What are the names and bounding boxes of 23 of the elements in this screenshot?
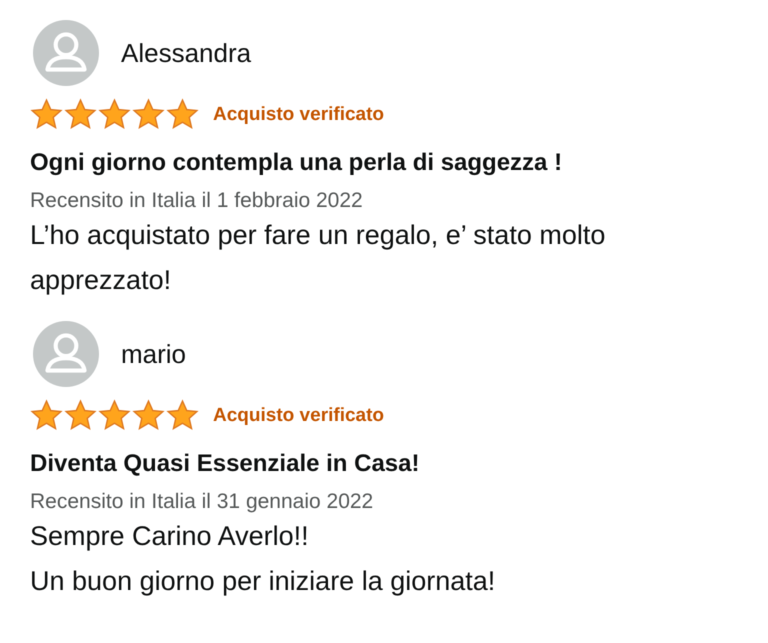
author-name: Alessandra: [121, 38, 252, 68]
verified-label: Acquisto verificato: [213, 104, 384, 126]
author-name: mario: [121, 338, 186, 370]
review-text: L’ho acquistato per fare un regalo, e’ stato molto apprezzato!: [30, 219, 606, 297]
star-icon: [30, 399, 63, 432]
star-icon: [98, 98, 131, 131]
star-icon: [64, 98, 97, 131]
review-text: Sempre Carino Averlo!!: [30, 520, 310, 553]
review-date: Recensito in Italia il 31 gennaio 2022: [30, 490, 374, 514]
review-text: Un buon giorno per iniziare la giornata!: [30, 565, 496, 598]
star-icon: [64, 399, 97, 432]
avatar-icon: [33, 20, 99, 86]
verified-label: Acquisto verificato: [213, 404, 384, 426]
review-title: Diventa Quasi Essenziale in Casa!: [30, 450, 420, 478]
star-icon: [166, 98, 199, 131]
star-icon: [166, 399, 199, 432]
star-icon: [98, 399, 131, 432]
star-icon: [132, 98, 165, 131]
star-icon: [30, 98, 63, 131]
review-date: Recensito in Italia il 1 febbraio 2022: [30, 189, 364, 213]
star-icon: [132, 399, 165, 432]
avatar-icon: [33, 321, 99, 387]
review-title: Ogni giorno contempla una perla di saggezza !: [30, 149, 564, 177]
